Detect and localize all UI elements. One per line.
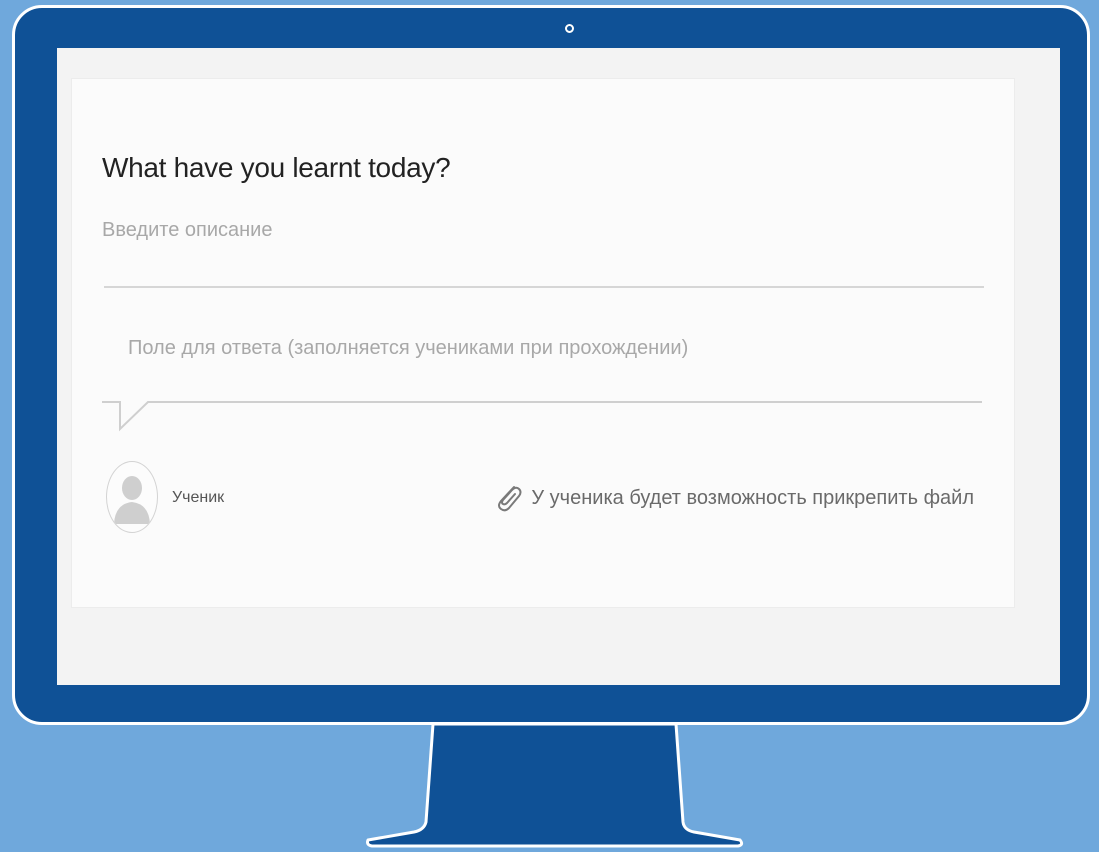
student-label: Ученик: [172, 489, 225, 506]
divider: [104, 286, 984, 288]
camera-icon: [565, 24, 574, 33]
question-card: What have you learnt today? Введите опис…: [71, 78, 1015, 608]
description-field[interactable]: Введите описание: [102, 219, 272, 242]
attach-file-notice: У ученика будет возможность прикрепить ф…: [493, 481, 974, 515]
user-avatar-icon: [106, 461, 158, 533]
answer-field[interactable]: Поле для ответа (заполняется учениками п…: [128, 337, 688, 360]
screen: What have you learnt today? Введите опис…: [57, 48, 1060, 685]
monitor-stand: [366, 724, 744, 848]
question-title: What have you learnt today?: [102, 152, 451, 183]
attach-text: У ученика будет возможность прикрепить ф…: [531, 486, 974, 509]
speech-bubble-tail-icon: [102, 401, 982, 432]
paperclip-icon: [498, 486, 522, 512]
monitor-frame: What have you learnt today? Введите опис…: [12, 5, 1090, 725]
